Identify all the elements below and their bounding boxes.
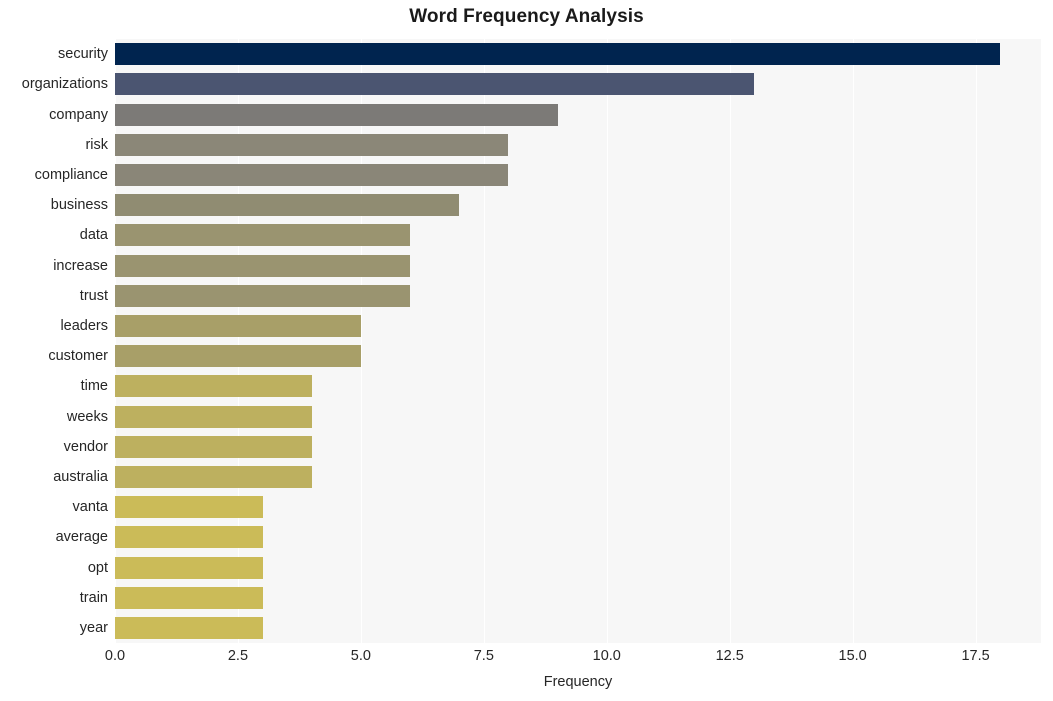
plot-area bbox=[115, 39, 1041, 643]
y-axis-tick-labels: security organizations company risk complian… bbox=[0, 39, 108, 643]
y-axis-tick-label: vendor bbox=[63, 438, 108, 455]
bar[interactable] bbox=[115, 465, 312, 488]
bar[interactable] bbox=[115, 375, 312, 398]
x-axis-tick-label: 12.5 bbox=[715, 648, 744, 664]
bar[interactable] bbox=[115, 194, 460, 217]
bar[interactable] bbox=[115, 73, 755, 96]
y-axis-tick-label: customer bbox=[48, 348, 108, 365]
bar[interactable] bbox=[115, 616, 263, 639]
bar[interactable] bbox=[115, 405, 312, 428]
x-axis-tick-labels: 0.0 2.5 5.0 7.5 10.0 12.5 15.0 17.5 bbox=[105, 648, 1041, 670]
bar[interactable] bbox=[115, 526, 263, 549]
bar[interactable] bbox=[115, 254, 411, 277]
x-axis-tick-label: 7.5 bbox=[473, 648, 494, 664]
bar[interactable] bbox=[115, 43, 1001, 66]
y-axis-tick-label: risk bbox=[85, 136, 108, 153]
x-axis-tick-label: 2.5 bbox=[227, 648, 249, 664]
y-axis-tick-label: australia bbox=[53, 468, 108, 485]
x-axis-title: Frequency bbox=[543, 674, 613, 690]
y-axis-tick-label: opt bbox=[87, 559, 108, 576]
bar[interactable] bbox=[115, 133, 509, 156]
chart-figure: Word Frequency Analysis security organiza… bbox=[0, 0, 1053, 701]
y-axis-tick-label: train bbox=[79, 589, 108, 606]
x-axis-tick-label: 15.0 bbox=[838, 648, 867, 664]
y-axis-tick-label: year bbox=[79, 619, 108, 636]
bar[interactable] bbox=[115, 103, 558, 126]
x-axis-tick-label: 17.5 bbox=[961, 648, 990, 664]
y-axis-tick-label: weeks bbox=[66, 408, 108, 425]
bar[interactable] bbox=[115, 435, 312, 458]
y-axis-tick-label: increase bbox=[53, 257, 108, 274]
x-axis-tick-label: 10.0 bbox=[592, 648, 621, 664]
bar[interactable] bbox=[115, 284, 411, 307]
bar[interactable] bbox=[115, 224, 411, 247]
y-axis-tick-label: data bbox=[79, 227, 108, 244]
bar[interactable] bbox=[115, 496, 263, 519]
y-axis-tick-label: security bbox=[58, 46, 108, 63]
y-axis-tick-label: compliance bbox=[34, 166, 108, 183]
bar[interactable] bbox=[115, 163, 509, 186]
chart-title: Word Frequency Analysis bbox=[409, 6, 644, 27]
y-axis-tick-label: average bbox=[55, 529, 108, 546]
y-axis-tick-label: time bbox=[80, 378, 108, 395]
y-axis-tick-label: vanta bbox=[72, 499, 108, 516]
bar[interactable] bbox=[115, 586, 263, 609]
x-axis-tick-label: 0.0 bbox=[104, 648, 126, 664]
bar[interactable] bbox=[115, 314, 361, 337]
bar-series bbox=[115, 39, 1041, 643]
y-axis-tick-label: company bbox=[49, 106, 108, 123]
x-axis-tick-label: 5.0 bbox=[350, 648, 371, 664]
y-axis-tick-label: trust bbox=[79, 287, 108, 304]
bar[interactable] bbox=[115, 556, 263, 579]
y-axis-tick-label: business bbox=[50, 197, 108, 214]
y-axis-tick-label: leaders bbox=[60, 317, 108, 334]
bar[interactable] bbox=[115, 345, 361, 368]
y-axis-tick-label: organizations bbox=[21, 76, 108, 93]
